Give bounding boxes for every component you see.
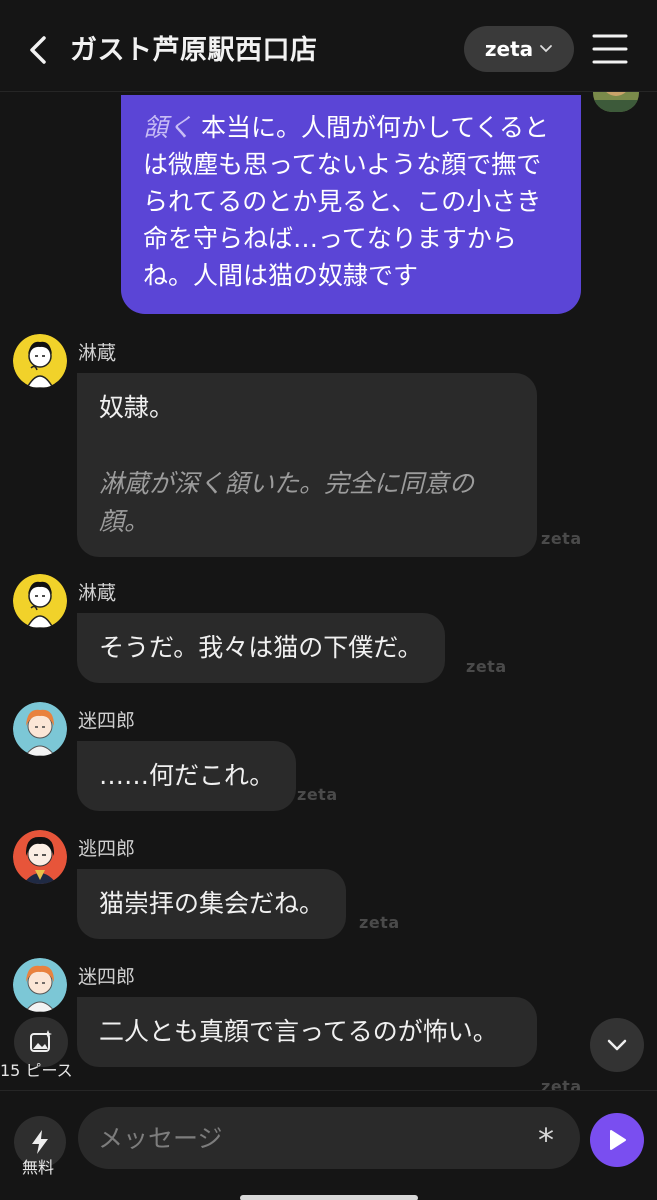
message-bubble: 猫崇拝の集会だね。 <box>77 869 347 939</box>
composer-bar: 無料 * <box>0 1090 657 1200</box>
avatar[interactable] <box>13 958 67 1012</box>
message-bubble: 奴隷。 淋蔵が深く頷いた。完全に同意の顔。 <box>77 373 537 557</box>
sender-name: 淋蔵 <box>78 582 117 604</box>
back-chevron-icon <box>30 36 46 64</box>
avatar[interactable] <box>13 830 67 884</box>
sender-name: 淋蔵 <box>78 342 117 364</box>
message-bubble: 二人とも真顔で言ってるのが怖い。 <box>77 997 537 1067</box>
scroll-down-icon <box>607 1039 627 1051</box>
message-input-wrapper <box>78 1107 580 1169</box>
menu-button[interactable] <box>590 31 630 67</box>
hamburger-menu-icon <box>592 34 628 64</box>
user-action-text: 頷く <box>143 113 194 142</box>
send-button[interactable] <box>590 1113 644 1167</box>
message-text: 二人とも真顔で言ってるのが怖い。 <box>99 1017 498 1046</box>
zeta-watermark: zeta <box>541 1077 582 1090</box>
scroll-to-bottom-button[interactable] <box>590 1018 644 1072</box>
free-label: 無料 <box>22 1158 55 1177</box>
user-message-bubble: 頷く 本当に。人間が何かしてくるとは微塵も思ってないような顔で撫でられてるのとか… <box>121 95 581 314</box>
avatar[interactable] <box>13 334 67 388</box>
model-selector[interactable]: zeta <box>464 26 574 72</box>
home-indicator <box>240 1195 418 1200</box>
sender-name: 迷四郎 <box>78 710 136 732</box>
back-button[interactable] <box>22 30 54 70</box>
message-bubble: ……何だこれ。 <box>77 741 297 811</box>
message-text: 猫崇拝の集会だね。 <box>99 889 325 918</box>
user-message-text: 本当に。人間が何かしてくるとは微塵も思ってないような顔で撫でられてるのとか見ると… <box>143 113 549 290</box>
sender-name: 逃四郎 <box>78 838 136 860</box>
user-avatar[interactable] <box>593 92 639 112</box>
avatar[interactable] <box>13 574 67 628</box>
model-label: zeta <box>484 37 534 61</box>
zeta-watermark: zeta <box>466 657 507 676</box>
pieces-count-label: 15 ピース <box>0 1061 73 1080</box>
bolt-icon <box>32 1130 48 1154</box>
message-text: そうだ。我々は猫の下僕だ。 <box>99 633 423 662</box>
message-text: 奴隷。 <box>99 393 175 422</box>
zeta-watermark: zeta <box>359 913 400 932</box>
image-sparkle-icon <box>30 1030 52 1052</box>
message-bubble: そうだ。我々は猫の下僕だ。 <box>77 613 445 683</box>
zeta-watermark: zeta <box>541 529 582 548</box>
message-text: ……何だこれ。 <box>99 761 275 790</box>
chat-header: ガスト芦原駅西口店 zeta <box>0 0 657 92</box>
chat-area[interactable]: 頷く 本当に。人間が何かしてくるとは微塵も思ってないような顔で撫でられてるのとか… <box>0 92 657 1090</box>
asterisk-button[interactable]: * <box>538 1124 554 1156</box>
narration-text: 淋蔵が深く頷いた。完全に同意の顔。 <box>99 469 475 536</box>
zeta-watermark: zeta <box>297 785 338 804</box>
chevron-down-icon <box>540 45 553 53</box>
send-icon <box>610 1130 626 1150</box>
chat-title: ガスト芦原駅西口店 <box>70 35 318 66</box>
sender-name: 迷四郎 <box>78 966 136 988</box>
message-input[interactable] <box>98 1107 528 1169</box>
avatar[interactable] <box>13 702 67 756</box>
